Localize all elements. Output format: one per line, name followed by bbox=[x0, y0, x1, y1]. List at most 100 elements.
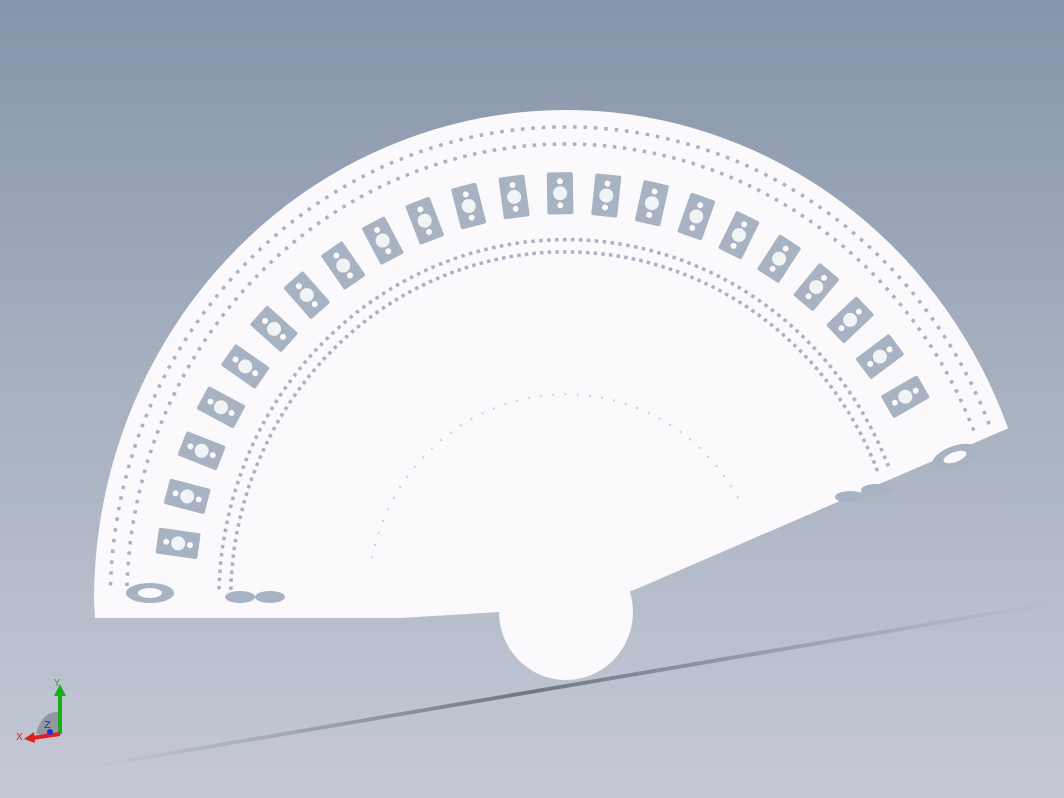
fan-border-dot bbox=[133, 509, 138, 514]
fan-border-dot bbox=[516, 253, 521, 258]
fan-border-dot bbox=[562, 142, 567, 146]
panel-motif bbox=[180, 489, 195, 504]
guard-leaf-cutout bbox=[835, 491, 865, 503]
fan-border-dot bbox=[229, 586, 233, 590]
fan-border-dot bbox=[652, 151, 657, 156]
fan-rib-mark bbox=[588, 394, 592, 397]
fan-rib-mark bbox=[371, 556, 374, 559]
fan-border-dot bbox=[541, 125, 546, 130]
fan-border-dot bbox=[623, 255, 628, 260]
fan-border-dot bbox=[602, 239, 607, 244]
fan-rib-mark bbox=[413, 465, 416, 468]
fan-border-dot bbox=[625, 243, 630, 248]
fan-border-dot bbox=[555, 250, 559, 254]
fan-border-dot bbox=[125, 582, 129, 587]
axis-triad[interactable]: Y X Z bbox=[14, 676, 74, 748]
fan-border-dot bbox=[491, 245, 496, 250]
fan-border-dot bbox=[573, 125, 577, 129]
fan-border-dot bbox=[655, 134, 660, 139]
fan-rib-mark bbox=[470, 418, 473, 421]
fan-border-dot bbox=[127, 551, 132, 556]
fan-border-dot bbox=[501, 255, 506, 260]
fan-rib-mark bbox=[387, 508, 390, 511]
fan-rib-mark bbox=[576, 393, 579, 396]
panel-motif bbox=[809, 280, 824, 295]
fan-rib-mark bbox=[612, 399, 616, 402]
fan-rib-mark bbox=[421, 456, 425, 459]
fan-border-dot bbox=[217, 585, 221, 590]
fan-border-dot bbox=[126, 561, 131, 566]
fan-border-dot bbox=[520, 127, 525, 131]
fan-rib-mark bbox=[723, 474, 726, 477]
fan-border-dot bbox=[231, 554, 236, 559]
fan-border-dot bbox=[220, 544, 225, 549]
fan-border-dot bbox=[472, 151, 477, 157]
guard-leaf-cutout bbox=[225, 591, 255, 603]
fan-border-dot bbox=[570, 250, 575, 254]
fan-border-dot bbox=[542, 142, 547, 147]
fan-rib-mark bbox=[377, 531, 380, 534]
fan-border-dot bbox=[547, 238, 551, 242]
fan-rib-mark bbox=[707, 455, 710, 458]
y-axis-label: Y bbox=[53, 678, 61, 689]
panel-motif bbox=[772, 251, 787, 266]
fan-border-dot bbox=[523, 240, 528, 245]
fan-rib-mark bbox=[406, 475, 409, 478]
fan-border-dot bbox=[509, 254, 514, 259]
fan-border-dot bbox=[131, 520, 136, 525]
fan-border-dot bbox=[507, 242, 512, 247]
fan-border-dot bbox=[531, 239, 535, 244]
fan-border-dot bbox=[219, 552, 224, 557]
fan-border-dot bbox=[645, 132, 650, 137]
fan-border-dot bbox=[522, 144, 527, 148]
fan-rib-mark bbox=[515, 399, 519, 402]
fan-border-dot bbox=[128, 540, 133, 545]
cad-3d-viewport[interactable]: Y X Z bbox=[0, 0, 1064, 798]
fan-model-view[interactable] bbox=[0, 0, 1064, 798]
fan-border-dot bbox=[578, 250, 582, 254]
fan-rib-mark bbox=[527, 396, 531, 399]
fan-border-dot bbox=[221, 536, 226, 541]
fan-border-dot bbox=[532, 251, 537, 256]
fan-rib-mark bbox=[449, 431, 452, 434]
panel-motif bbox=[214, 400, 228, 415]
fan-border-dot bbox=[218, 569, 222, 574]
fan-rib-mark bbox=[679, 430, 682, 433]
z-axis-label: Z bbox=[44, 720, 51, 731]
fan-border-dot bbox=[562, 125, 567, 129]
fan-border-dot bbox=[230, 562, 235, 567]
fan-body[interactable] bbox=[94, 110, 1009, 680]
fan-border-dot bbox=[583, 125, 588, 130]
fan-border-dot bbox=[116, 506, 121, 511]
fan-rib-mark bbox=[689, 438, 692, 441]
fan-rib-mark bbox=[504, 403, 507, 406]
fan-border-dot bbox=[218, 561, 223, 565]
fan-rib-mark bbox=[730, 485, 733, 488]
fan-border-dot bbox=[616, 254, 621, 259]
fan-border-dot bbox=[111, 538, 116, 543]
fan-rib-mark bbox=[669, 423, 672, 426]
fan-border-dot bbox=[114, 517, 120, 522]
fan-border-dot bbox=[499, 243, 504, 248]
fan-rib-mark bbox=[492, 407, 495, 410]
fan-border-dot bbox=[118, 495, 124, 501]
panel-motif bbox=[194, 443, 209, 458]
fan-border-dot bbox=[229, 578, 233, 582]
fan-border-dot bbox=[502, 146, 507, 151]
x-axis-arrow bbox=[24, 732, 35, 743]
guard-leaf-cutout bbox=[255, 591, 285, 603]
fan-border-dot bbox=[532, 143, 537, 148]
fan-border-dot bbox=[612, 144, 617, 149]
fan-border-dot bbox=[129, 530, 134, 535]
fan-border-dot bbox=[586, 238, 591, 243]
fan-border-dot bbox=[631, 256, 636, 261]
fan-border-dot bbox=[593, 126, 598, 130]
panel-motif bbox=[238, 359, 253, 374]
fan-border-dot bbox=[547, 250, 552, 255]
fan-border-dot bbox=[608, 252, 613, 257]
fan-border-dot bbox=[622, 146, 627, 151]
fan-border-dot bbox=[223, 528, 228, 533]
fan-border-dot bbox=[233, 538, 238, 543]
fan-handle-disc[interactable] bbox=[499, 544, 633, 680]
fan-border-dot bbox=[582, 142, 587, 147]
